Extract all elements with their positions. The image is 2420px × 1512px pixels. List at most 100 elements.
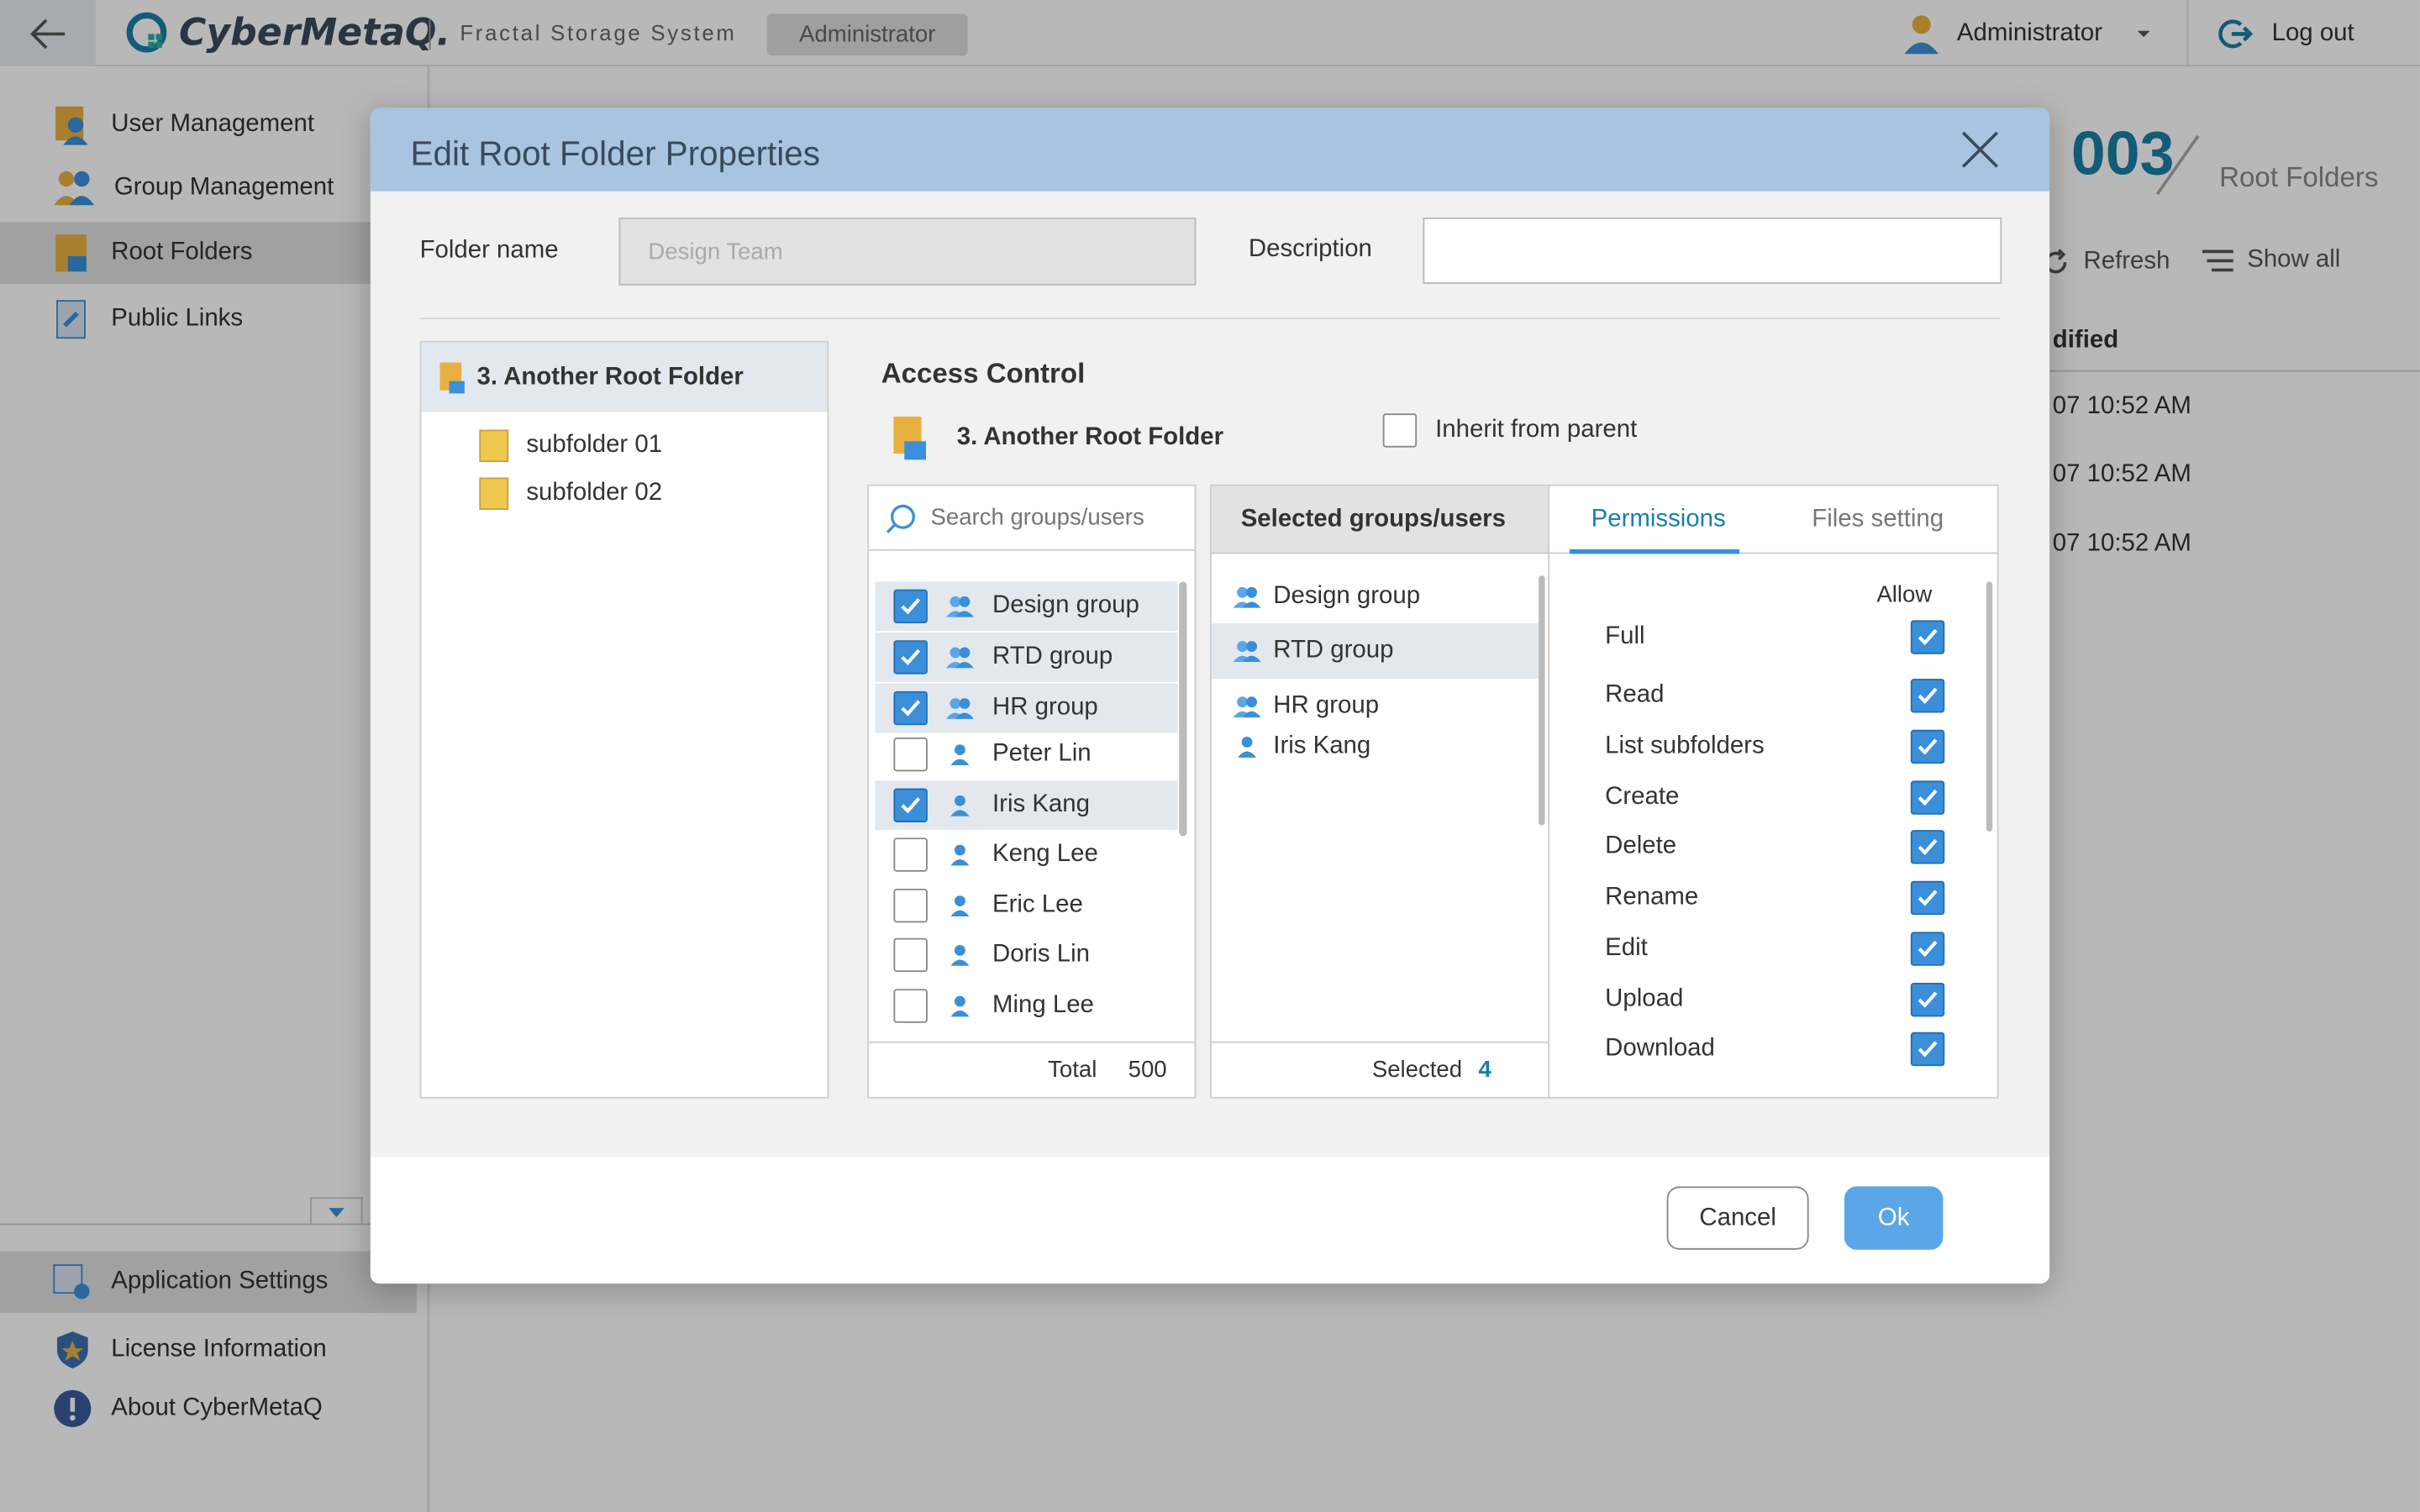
dialog-header: Edit Root Folder Properties <box>370 108 2050 192</box>
search-icon <box>886 503 915 533</box>
tree-item-label: 3. Another Root Folder <box>476 363 744 390</box>
permission-allow-checkbox[interactable] <box>1910 982 1945 1017</box>
list-item[interactable]: Peter Lin <box>875 730 1177 780</box>
allow-column-header: Allow <box>1876 581 1933 608</box>
selected-header: Selected groups/users <box>1211 486 1549 554</box>
folder-name-input[interactable] <box>618 217 1197 286</box>
scrollbar[interactable] <box>1986 581 1993 832</box>
folder-icon <box>479 477 509 511</box>
group-icon <box>1233 586 1261 608</box>
list-item[interactable]: RTD group <box>875 633 1178 682</box>
permission-allow-checkbox[interactable] <box>1910 880 1945 916</box>
permission-row: Rename <box>1605 874 1945 923</box>
list-item-label: HR group <box>992 694 1098 721</box>
tree-item-subfolder[interactable]: subfolder 01 <box>477 424 663 467</box>
user-icon <box>950 995 970 1017</box>
select-checkbox[interactable] <box>893 837 928 872</box>
group-icon <box>945 596 974 617</box>
groups-users-list: Design group RTD group HR group Peter Lin Ir… <box>867 484 1197 1099</box>
permission-allow-checkbox[interactable] <box>1910 830 1945 864</box>
permission-allow-checkbox[interactable] <box>1910 780 1945 815</box>
dialog-footer: Cancel Ok <box>370 1157 2050 1284</box>
ok-button[interactable]: Ok <box>1844 1186 1944 1250</box>
scrollbar[interactable] <box>1179 581 1187 837</box>
inherit-checkbox[interactable] <box>1382 413 1418 448</box>
dialog-title: Edit Root Folder Properties <box>410 134 820 173</box>
description-input[interactable] <box>1423 217 2002 284</box>
select-checkbox[interactable] <box>893 989 928 1023</box>
selected-item-label: HR group <box>1273 692 1380 719</box>
select-checkbox[interactable] <box>893 888 928 923</box>
folder-icon <box>479 429 509 463</box>
tree-item-subfolder[interactable]: subfolder 02 <box>477 472 662 515</box>
permission-label: Create <box>1605 784 1680 811</box>
selected-item[interactable]: RTD group <box>1211 623 1539 680</box>
permission-row: Delete <box>1605 822 1945 872</box>
list-item-label: Design group <box>992 592 1139 619</box>
select-checkbox[interactable] <box>893 690 928 726</box>
list-item-label: Ming Lee <box>992 991 1094 1019</box>
divider <box>1548 486 1550 1097</box>
folder-tree: 3. Another Root Folder subfolder 01 subf… <box>419 340 829 1099</box>
select-checkbox[interactable] <box>893 737 928 772</box>
permission-row: Edit <box>1605 924 1945 974</box>
user-icon <box>1238 737 1257 758</box>
total-label: Total <box>1048 1057 1097 1084</box>
list-item[interactable]: Doris Lin <box>875 931 1177 980</box>
permission-allow-checkbox[interactable] <box>1910 1032 1945 1067</box>
list-item[interactable]: Iris Kang <box>875 780 1178 831</box>
list-item[interactable]: Design group <box>875 581 1178 632</box>
divider <box>419 318 2001 320</box>
selected-item-label: Design group <box>1273 583 1421 610</box>
selected-item[interactable]: Iris Kang <box>1212 719 1539 774</box>
tree-item-label: subfolder 01 <box>526 432 663 459</box>
user-icon <box>950 795 970 816</box>
user-icon <box>950 744 970 766</box>
permission-allow-checkbox[interactable] <box>1910 729 1945 764</box>
user-icon <box>950 844 970 866</box>
root-folder-icon <box>439 361 465 393</box>
group-icon <box>945 647 974 669</box>
permission-allow-checkbox[interactable] <box>1910 620 1945 654</box>
permission-label: Read <box>1605 681 1665 709</box>
tree-item-root[interactable]: 3. Another Root Folder <box>421 342 828 412</box>
search-input[interactable] <box>930 504 1193 531</box>
select-checkbox[interactable] <box>893 640 928 675</box>
permission-row: Download <box>1605 1025 1945 1074</box>
tab-files-setting[interactable]: Files setting <box>1812 506 1944 533</box>
access-control-folder: 3. Another Root Folder <box>889 413 1223 463</box>
list-item[interactable]: Eric Lee <box>875 881 1177 931</box>
permission-allow-checkbox[interactable] <box>1910 679 1945 713</box>
root-folder-icon <box>893 416 927 460</box>
inherit-from-parent[interactable]: Inherit from parent <box>1382 413 1637 448</box>
user-icon <box>950 944 970 966</box>
permission-label: List subfolders <box>1605 732 1765 759</box>
close-icon[interactable] <box>1957 127 2003 173</box>
select-checkbox[interactable] <box>893 788 928 822</box>
select-checkbox[interactable] <box>893 937 928 973</box>
permission-row: Read <box>1605 671 1945 721</box>
selected-item[interactable]: Design group <box>1212 570 1539 625</box>
scrollbar[interactable] <box>1539 575 1545 826</box>
list-item-label: Doris Lin <box>992 941 1090 968</box>
list-footer: Total 500 <box>869 1041 1195 1097</box>
list-item-label: Iris Kang <box>992 791 1090 818</box>
permission-allow-checkbox[interactable] <box>1910 932 1945 966</box>
tab-permissions[interactable]: Permissions <box>1591 506 1726 533</box>
select-checkbox[interactable] <box>893 589 928 624</box>
selected-item-label: RTD group <box>1273 637 1394 664</box>
permission-label: Download <box>1605 1035 1715 1062</box>
list-item[interactable]: HR group <box>875 683 1178 733</box>
list-item[interactable]: Ming Lee <box>875 981 1177 1031</box>
search-bar <box>869 486 1195 551</box>
folder-name-label: Folder name <box>419 237 559 265</box>
permission-label: Delete <box>1605 832 1677 860</box>
list-item[interactable]: Keng Lee <box>875 830 1177 879</box>
permission-label: Upload <box>1605 985 1684 1012</box>
permission-row: List subfolders <box>1605 722 1945 772</box>
permission-row: Create <box>1605 773 1945 822</box>
list-item-label: RTD group <box>992 643 1113 670</box>
access-control-folder-name: 3. Another Root Folder <box>956 424 1224 451</box>
cancel-button[interactable]: Cancel <box>1666 1186 1809 1250</box>
permission-row: Upload <box>1605 975 1945 1025</box>
